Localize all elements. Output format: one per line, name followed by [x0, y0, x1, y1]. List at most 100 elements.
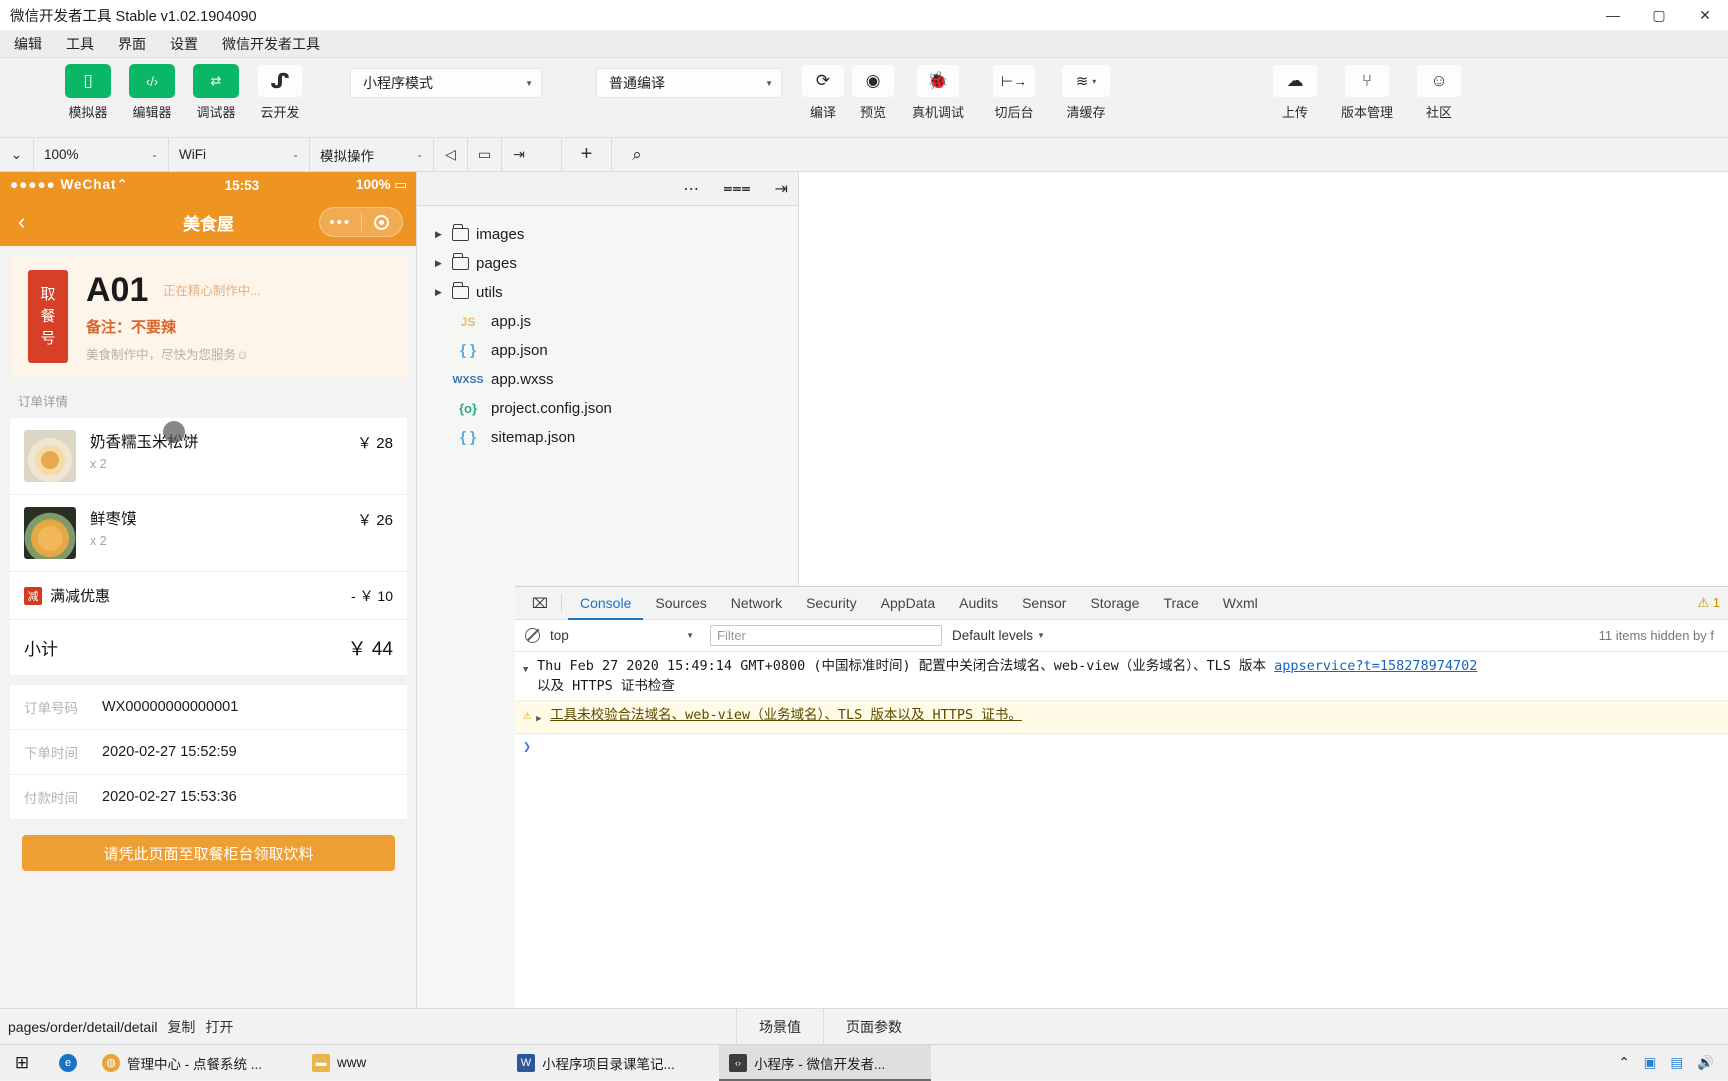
menubar: 编辑 工具 界面 设置 微信开发者工具	[0, 30, 1728, 58]
json-file-icon: { }	[452, 429, 484, 446]
monitor-icon[interactable]: ▣	[1644, 1055, 1657, 1071]
panel-toggle-icon[interactable]: ⇥	[775, 179, 788, 199]
copy-path-button[interactable]: 复制	[157, 1017, 195, 1037]
phone-time: 15:53	[225, 178, 260, 193]
back-icon[interactable]: ‹	[18, 209, 25, 235]
wifi-icon: ⌃	[117, 177, 128, 192]
meta-row-order-no: 订单号码 WX00000000000001	[10, 685, 407, 729]
inspect-element-icon[interactable]: ⌧	[525, 595, 555, 612]
tab-trace[interactable]: Trace	[1151, 586, 1210, 620]
taskbar-item-www[interactable]: ▬ www	[302, 1045, 507, 1081]
toolbar-button-version[interactable]: ⑂ 版本管理	[1326, 64, 1408, 121]
file-tree-item-pages[interactable]: ▶ pages	[435, 249, 798, 278]
tab-storage[interactable]: Storage	[1078, 586, 1151, 620]
network-icon[interactable]: ▤	[1670, 1055, 1683, 1071]
goods-row[interactable]: 鲜枣馍 x 2 ￥ 26	[10, 494, 407, 571]
screen-icon[interactable]: ▭	[468, 138, 502, 171]
close-button[interactable]: ✕	[1682, 0, 1728, 30]
toolbar-button-compile[interactable]: ⟳ 编译	[798, 64, 848, 121]
minimize-button[interactable]: —	[1590, 0, 1636, 30]
tab-sensor[interactable]: Sensor	[1010, 586, 1078, 620]
file-tree-item-app-wxss[interactable]: WXSS app.wxss	[435, 365, 798, 394]
file-tree-item-project-config[interactable]: {o} project.config.json	[435, 394, 798, 423]
menu-item-edit[interactable]: 编辑	[12, 32, 44, 56]
console-levels-select[interactable]: Default levels ▼	[952, 628, 1045, 643]
collapse-triangle-icon[interactable]: ▶	[536, 705, 550, 729]
file-tree-item-images[interactable]: ▶ images	[435, 220, 798, 249]
volume-icon[interactable]: 🔊	[1697, 1055, 1714, 1071]
discount-row: 减 满减优惠 - ￥ 10	[10, 571, 407, 619]
console-message-link[interactable]: appservice?t=158278974702	[1274, 658, 1477, 674]
toolbar-button-upload[interactable]: ☁ 上传	[1264, 64, 1326, 121]
tab-console[interactable]: Console	[568, 586, 643, 620]
chevron-right-icon[interactable]: ▶	[435, 229, 445, 240]
search-icon[interactable]: ⌕	[612, 138, 662, 171]
sim-collapse-button[interactable]: ⌄	[0, 138, 34, 171]
page-params-button[interactable]: 页面参数	[823, 1009, 924, 1045]
more-icon[interactable]: ⋯	[683, 179, 699, 199]
chevron-right-icon[interactable]: ▶	[435, 287, 445, 298]
clear-console-icon[interactable]	[525, 628, 540, 643]
tab-wxml[interactable]: Wxml	[1211, 586, 1270, 620]
simulate-value: 模拟操作	[320, 145, 374, 165]
toolbar-button-simulator[interactable]: ▯ 模拟器	[56, 64, 120, 121]
taskbar-item-devtools[interactable]: ‹› 小程序 - 微信开发者...	[719, 1045, 931, 1081]
tab-sources[interactable]: Sources	[643, 586, 718, 620]
menu-item-settings[interactable]: 设置	[168, 32, 200, 56]
phone-screen[interactable]: ●●●●● WeChat⌃ 15:53 100% ▭ ‹ 美食屋 •••	[0, 172, 417, 1008]
warning-badge[interactable]: ⚠ 1	[1698, 595, 1721, 611]
detach-icon[interactable]: ⇥	[502, 138, 536, 171]
menu-item-tools[interactable]: 工具	[64, 32, 96, 56]
toolbar-button-realdevice[interactable]: 🐞 真机调试	[898, 64, 978, 121]
open-path-button[interactable]: 打开	[195, 1017, 233, 1037]
console-message-warning[interactable]: ⚠ ▶ 工具未校验合法域名、web-view（业务域名）、TLS 版本以及 HT…	[515, 701, 1728, 734]
more-icon[interactable]: •••	[320, 214, 361, 231]
taskbar-item-edge[interactable]: e	[44, 1045, 92, 1081]
toolbar-button-clearcache[interactable]: ≋ ▾ 清缓存	[1050, 64, 1122, 121]
console-context-select[interactable]: top ▼	[550, 628, 700, 643]
chevron-up-icon[interactable]: ⌃	[1618, 1055, 1629, 1071]
start-button-icon[interactable]: ⊞	[0, 1053, 44, 1073]
compile-select[interactable]: 普通编译 ▼	[596, 68, 782, 98]
console-filter-input[interactable]: Filter	[710, 625, 942, 646]
file-tree-item-app-json[interactable]: { } app.json	[435, 336, 798, 365]
close-capsule-icon[interactable]	[362, 215, 403, 230]
console-output[interactable]: ▼ Thu Feb 27 2020 15:49:14 GMT+0800 (中国标…	[515, 652, 1728, 1008]
file-tree-item-app-js[interactable]: JS app.js	[435, 307, 798, 336]
menu-item-devtools[interactable]: 微信开发者工具	[220, 32, 322, 56]
volume-icon[interactable]: ◁	[434, 138, 468, 171]
console-prompt[interactable]: ❯	[515, 734, 1728, 760]
toolbar-button-community[interactable]: ☺ 社区	[1408, 64, 1470, 121]
file-tree-item-utils[interactable]: ▶ utils	[435, 278, 798, 307]
goods-row[interactable]: 奶香糯玉米松饼 x 2 ￥ 28	[10, 418, 407, 494]
toolbar-button-cloud-dev[interactable]: ᔑ 云开发	[248, 64, 312, 121]
sort-icon[interactable]: ⩶	[723, 180, 750, 198]
menu-item-interface[interactable]: 界面	[116, 32, 148, 56]
taskbar-item-chrome[interactable]: ◍ 管理中心 - 点餐系统 ...	[92, 1045, 302, 1081]
tab-audits[interactable]: Audits	[947, 586, 1010, 620]
console-message-info[interactable]: ▼ Thu Feb 27 2020 15:49:14 GMT+0800 (中国标…	[515, 652, 1728, 701]
file-tree-label: project.config.json	[491, 400, 612, 417]
toolbar-button-editor[interactable]: ‹/› 编辑器	[120, 64, 184, 121]
toolbar-button-background[interactable]: ⊢→ 切后台	[978, 64, 1050, 121]
maximize-button[interactable]: ▢	[1636, 0, 1682, 30]
chevron-down-icon: ▼	[525, 79, 533, 88]
file-tree-item-sitemap[interactable]: { } sitemap.json	[435, 423, 798, 452]
toolbar-right-actions: ☁ 上传 ⑂ 版本管理 ☺ 社区	[1264, 64, 1470, 121]
toolbar-button-preview[interactable]: ◉ 预览	[848, 64, 898, 121]
pickup-cta-button[interactable]: 请凭此页面至取餐柜台领取饮料	[22, 835, 395, 871]
chevron-right-icon[interactable]: ▶	[435, 258, 445, 269]
network-select[interactable]: WiFi ⌄	[169, 138, 310, 171]
add-file-icon[interactable]: +	[562, 138, 612, 171]
tab-appdata[interactable]: AppData	[869, 586, 947, 620]
expand-triangle-icon[interactable]: ▼	[523, 656, 537, 696]
toolbar-button-debugger[interactable]: ⇄ 调试器	[184, 64, 248, 121]
taskbar-item-doc[interactable]: W 小程序项目录课笔记...	[507, 1045, 719, 1081]
scene-value-button[interactable]: 场景值	[736, 1009, 823, 1045]
tab-security[interactable]: Security	[794, 586, 869, 620]
capsule-button[interactable]: •••	[319, 207, 403, 237]
mode-select[interactable]: 小程序模式 ▼	[350, 68, 542, 98]
simulate-select[interactable]: 模拟操作 ⌄	[310, 138, 434, 171]
zoom-select[interactable]: 100% ⌄	[34, 138, 169, 171]
tab-network[interactable]: Network	[719, 586, 794, 620]
